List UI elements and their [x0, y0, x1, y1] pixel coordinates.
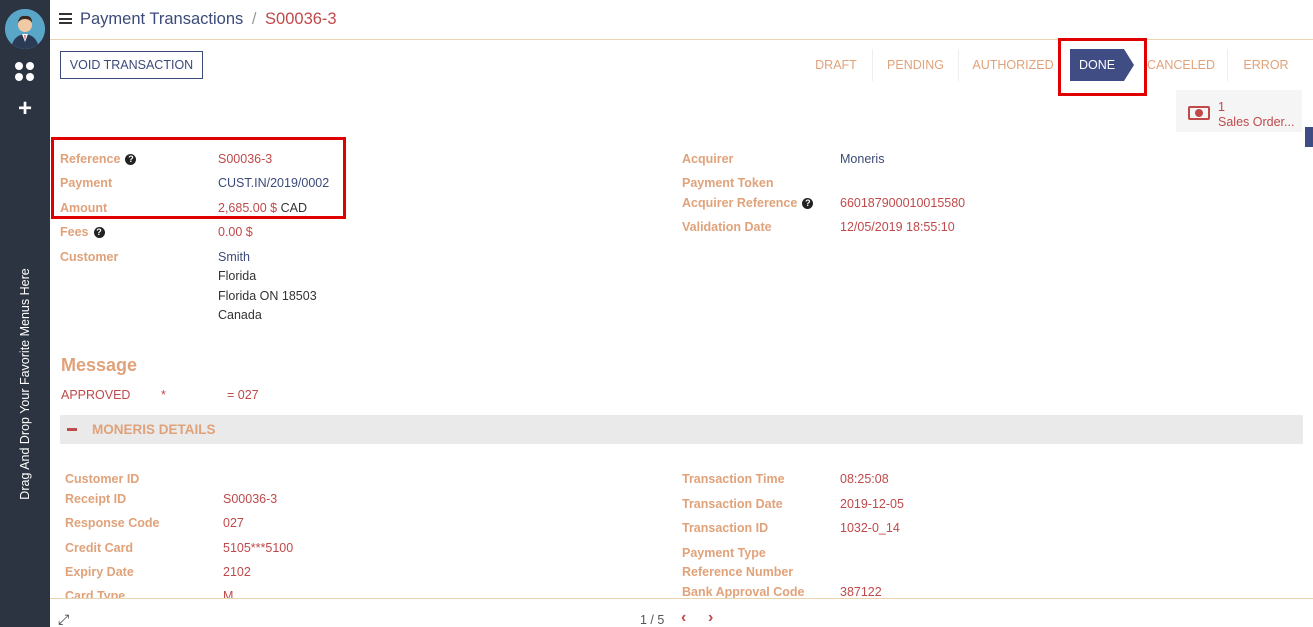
acquirer-label: Acquirer — [682, 152, 734, 166]
response-code-value: 027 — [223, 516, 244, 530]
acquirer-reference-label-text: Acquirer Reference — [682, 196, 798, 210]
pager-next-icon[interactable]: › — [708, 609, 713, 627]
acquirer-reference-value: 660187900010015580 — [840, 196, 966, 210]
acquirer-link[interactable]: Moneris — [840, 152, 884, 166]
expiry-date-label: Expiry Date — [65, 565, 134, 579]
side-panel-tab[interactable] — [1305, 127, 1313, 147]
message-star: * — [161, 388, 166, 402]
validation-date-value: 12/05/2019 18:55:10 — [840, 220, 955, 234]
plus-icon[interactable]: + — [14, 97, 36, 121]
status-authorized[interactable]: AUTHORIZED — [959, 49, 1067, 81]
breadcrumb: Payment Transactions / S00036-3 — [80, 10, 337, 29]
highlight-box-fields — [51, 137, 346, 219]
receipt-id-label: Receipt ID — [65, 492, 127, 506]
fees-label-text: Fees — [60, 225, 89, 239]
message-code: = 027 — [227, 388, 259, 402]
status-canceled[interactable]: CANCELED — [1140, 49, 1222, 81]
reference-number-label: Reference Number — [682, 565, 794, 579]
fees-value: 0.00 $ — [218, 225, 253, 239]
sales-order-smart-button[interactable]: 1 Sales Order... — [1176, 90, 1302, 132]
left-sidebar: + Drag And Drop Your Favorite Menus Here — [0, 0, 50, 627]
transaction-time-value: 08:25:08 — [840, 472, 889, 486]
customer-address-line: Florida ON 18503 — [218, 289, 317, 303]
transaction-time-label: Transaction Time — [682, 472, 785, 486]
customer-address-line: Canada — [218, 308, 262, 322]
top-bar: Payment Transactions / S00036-3 — [50, 0, 1313, 40]
status-draft[interactable]: DRAFT — [800, 49, 872, 81]
collapse-icon[interactable] — [67, 428, 77, 431]
fees-label: Fees? — [60, 225, 105, 239]
message-status: APPROVED — [61, 388, 131, 402]
credit-card-label: Credit Card — [65, 541, 134, 555]
help-icon[interactable]: ? — [93, 227, 105, 238]
breadcrumb-separator: / — [251, 10, 257, 28]
bank-approval-code-label: Bank Approval Code — [682, 585, 805, 599]
validation-date-label: Validation Date — [682, 220, 772, 234]
pager-previous-icon[interactable]: ‹ — [681, 609, 686, 627]
help-icon[interactable]: ? — [802, 198, 814, 209]
favorite-menus-hint: Drag And Drop Your Favorite Menus Here — [18, 268, 32, 500]
bank-approval-code-value: 387122 — [840, 585, 882, 599]
breadcrumb-current: S00036-3 — [265, 10, 337, 28]
moneris-section-header[interactable]: MONERIS DETAILS — [60, 415, 1303, 444]
payment-type-label: Payment Type — [682, 546, 766, 560]
apps-grid-icon[interactable] — [15, 62, 35, 82]
hamburger-menu-icon[interactable] — [59, 13, 72, 24]
money-icon — [1188, 106, 1210, 120]
status-pending[interactable]: PENDING — [873, 49, 958, 81]
breadcrumb-parent[interactable]: Payment Transactions — [80, 10, 243, 28]
customer-name-link[interactable]: Smith — [218, 250, 250, 264]
status-error[interactable]: ERROR — [1228, 49, 1304, 81]
transaction-date-label: Transaction Date — [682, 497, 783, 511]
message-heading: Message — [61, 355, 138, 375]
transaction-date-value: 2019-12-05 — [840, 497, 904, 511]
void-transaction-button[interactable]: VOID TRANSACTION — [60, 51, 203, 79]
customer-address-line: Florida — [218, 269, 257, 283]
customer-id-label: Customer ID — [65, 472, 140, 486]
transaction-id-label: Transaction ID — [682, 521, 769, 535]
user-avatar[interactable] — [5, 9, 45, 49]
acquirer-reference-label: Acquirer Reference? — [682, 196, 814, 210]
sales-order-label: Sales Order... — [1218, 115, 1295, 129]
pager-counter: 1 / 5 — [640, 613, 665, 627]
payment-token-label: Payment Token — [682, 176, 774, 190]
customer-label: Customer — [60, 250, 119, 264]
credit-card-value: 5105***5100 — [223, 541, 294, 555]
moneris-section-title: MONERIS DETAILS — [92, 422, 216, 437]
response-code-label: Response Code — [65, 516, 160, 530]
sales-order-count: 1 — [1218, 100, 1225, 114]
expand-icon[interactable]: ⤢ — [58, 612, 72, 626]
transaction-id-value: 1032-0_14 — [840, 521, 900, 535]
receipt-id-value: S00036-3 — [223, 492, 278, 506]
highlight-box-status — [1058, 38, 1147, 96]
expiry-date-value: 2102 — [223, 565, 251, 579]
bottom-bar: ⤢ 1 / 5 ‹ › — [50, 598, 1313, 627]
